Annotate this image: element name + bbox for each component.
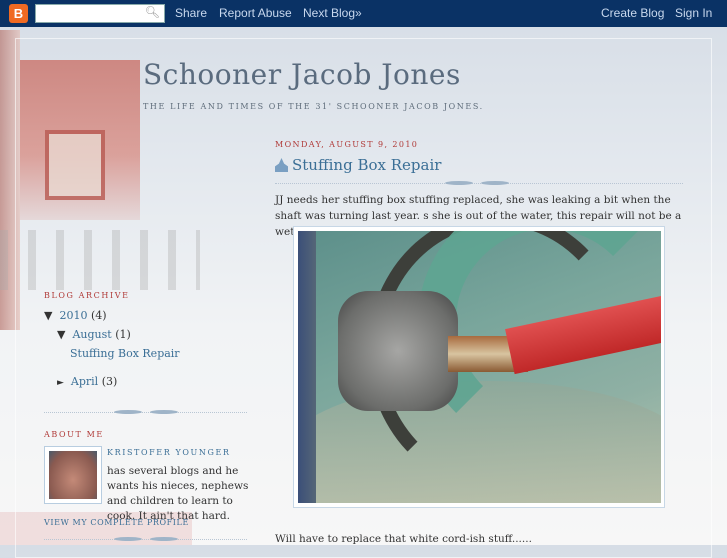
blog-title[interactable]: Schooner Jacob Jones bbox=[143, 58, 461, 91]
archive-year-link[interactable]: 2010 bbox=[59, 309, 87, 322]
archive-month-august[interactable]: ▼ August (1) bbox=[57, 328, 131, 341]
profile-bio: has several blogs and he wants his niece… bbox=[107, 465, 249, 522]
expand-toggle-icon[interactable]: ► bbox=[57, 378, 64, 388]
post-date: MONDAY, AUGUST 9, 2010 bbox=[275, 140, 419, 149]
archive-month-count: (3) bbox=[101, 375, 118, 388]
profile-avatar[interactable] bbox=[44, 446, 102, 504]
archive-post-link[interactable]: Stuffing Box Repair bbox=[70, 347, 180, 360]
collapse-toggle-icon[interactable]: ▼ bbox=[57, 328, 65, 341]
archive-year-count: (4) bbox=[90, 309, 107, 322]
about-heading: ABOUT ME bbox=[44, 430, 104, 439]
sign-in-link[interactable]: Sign In bbox=[675, 6, 712, 20]
archive-month-april[interactable]: ► April (3) bbox=[57, 375, 117, 388]
post-divider bbox=[275, 181, 683, 185]
report-abuse-link[interactable]: Report Abuse bbox=[219, 6, 292, 20]
archive-month-link[interactable]: April bbox=[71, 375, 98, 388]
next-blog-link[interactable]: Next Blog» bbox=[303, 6, 362, 20]
archive-year-2010[interactable]: ▼ 2010 (4) bbox=[44, 309, 107, 322]
sidebar-divider bbox=[44, 410, 247, 414]
post-title[interactable]: Stuffing Box Repair bbox=[275, 156, 441, 174]
post-title-ship-icon bbox=[275, 158, 288, 172]
post-photo-frame[interactable] bbox=[293, 226, 665, 508]
archive-post-item[interactable]: Stuffing Box Repair bbox=[70, 347, 180, 360]
profile-name-link[interactable]: KRISTOFER YOUNGER bbox=[107, 448, 231, 457]
search-icon[interactable]: 🔍︎ bbox=[145, 5, 160, 19]
search-input[interactable]: 🔍︎ bbox=[35, 4, 165, 23]
blogger-navbar: B 🔍︎ Share Report Abuse Next Blog» Creat… bbox=[0, 0, 727, 27]
create-blog-link[interactable]: Create Blog bbox=[601, 6, 664, 20]
post-title-text[interactable]: Stuffing Box Repair bbox=[292, 156, 441, 174]
archive-heading: BLOG ARCHIVE bbox=[44, 291, 130, 300]
blogger-logo-icon[interactable]: B bbox=[9, 4, 28, 23]
sidebar-divider bbox=[44, 537, 247, 541]
blog-description: THE LIFE AND TIMES OF THE 31' SCHOONER J… bbox=[143, 102, 484, 111]
archive-month-count: (1) bbox=[115, 328, 131, 341]
archive-month-link[interactable]: August bbox=[72, 328, 111, 341]
post-photo-stuffing-box[interactable] bbox=[298, 231, 661, 503]
share-link[interactable]: Share bbox=[175, 6, 207, 20]
view-profile-link[interactable]: VIEW MY COMPLETE PROFILE bbox=[44, 518, 189, 527]
collapse-toggle-icon[interactable]: ▼ bbox=[44, 309, 52, 322]
